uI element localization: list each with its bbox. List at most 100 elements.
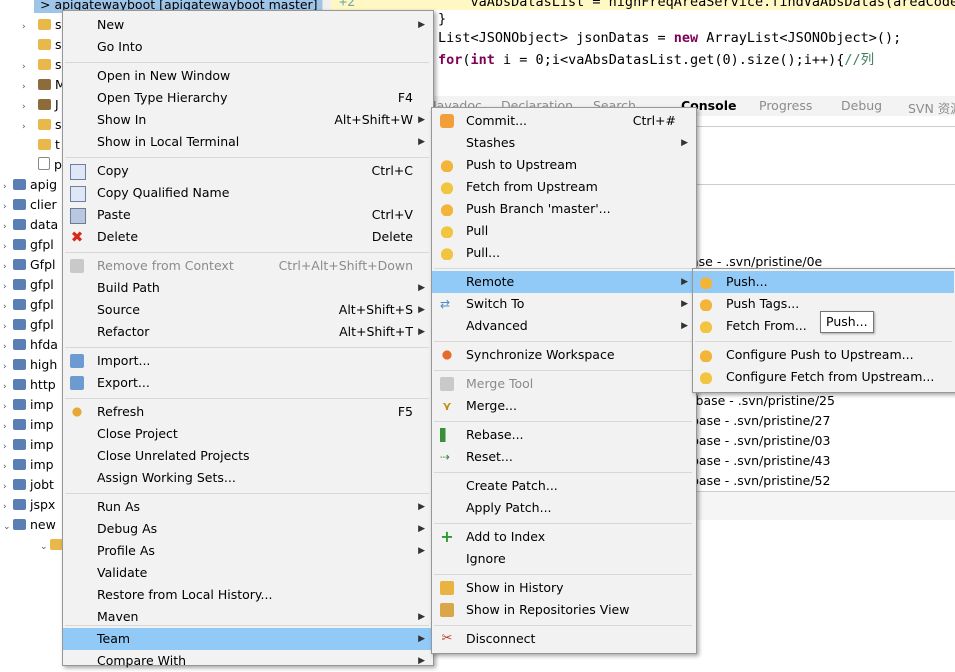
tree-twisty-icon[interactable]: ›: [22, 17, 32, 37]
tree-item[interactable]: ⌄ new: [3, 515, 56, 535]
menu-item-build-path[interactable]: Build Path ▶: [63, 277, 431, 299]
team-item-fetch-from-upstream[interactable]: Fetch from Upstream: [432, 176, 694, 198]
remote-item-push[interactable]: Push...: [693, 271, 954, 293]
team-item-merge-tool[interactable]: Merge Tool: [432, 373, 694, 395]
tree-item[interactable]: › http: [3, 375, 56, 395]
menu-item-show-in-local-terminal[interactable]: Show in Local Terminal ▶: [63, 131, 431, 153]
tree-twisty-icon[interactable]: ›: [22, 97, 32, 117]
team-item-apply-patch[interactable]: Apply Patch...: [432, 497, 694, 519]
tree-twisty-icon[interactable]: ›: [3, 457, 13, 477]
team-item-disconnect[interactable]: ✂ Disconnect: [432, 628, 694, 650]
tree-item[interactable]: › s: [22, 115, 62, 135]
menu-item-show-in[interactable]: Show In Alt+Shift+W ▶: [63, 109, 431, 131]
tree-item[interactable]: › s: [22, 15, 62, 35]
team-item-stashes[interactable]: Stashes ▶: [432, 132, 694, 154]
team-item-remote[interactable]: Remote ▶: [432, 271, 694, 293]
team-item-switch-to[interactable]: ⇄ Switch To ▶: [432, 293, 694, 315]
team-item-show-in-history[interactable]: Show in History: [432, 577, 694, 599]
tree-twisty-icon[interactable]: ›: [3, 277, 13, 297]
team-item-ignore[interactable]: Ignore: [432, 548, 694, 570]
menu-item-copy-qualified-name[interactable]: Copy Qualified Name: [63, 182, 431, 204]
menu-item-debug-as[interactable]: Debug As ▶: [63, 518, 431, 540]
tree-item[interactable]: › hfda: [3, 335, 58, 355]
menu-item-copy[interactable]: Copy Ctrl+C: [63, 160, 431, 182]
menu-item-open-in-new-window[interactable]: Open in New Window: [63, 65, 431, 87]
team-item-show-in-repositories-view[interactable]: Show in Repositories View: [432, 599, 694, 621]
tree-twisty-icon[interactable]: ›: [3, 297, 13, 317]
tree-twisty-icon[interactable]: ›: [3, 497, 13, 517]
team-item-merge[interactable]: ⋎ Merge...: [432, 395, 694, 417]
menu-item-remove-from-context[interactable]: Remove from Context Ctrl+Alt+Shift+Down: [63, 255, 431, 277]
menu-item-profile-as[interactable]: Profile As ▶: [63, 540, 431, 562]
tree-item[interactable]: › imp: [3, 415, 54, 435]
menu-item-refactor[interactable]: Refactor Alt+Shift+T ▶: [63, 321, 431, 343]
team-item-pull[interactable]: Pull...: [432, 242, 694, 264]
tree-item[interactable]: › jspx: [3, 495, 55, 515]
tree-item[interactable]: t: [22, 135, 60, 155]
tree-item[interactable]: › Gfpl: [3, 255, 56, 275]
team-item-push-to-upstream[interactable]: Push to Upstream: [432, 154, 694, 176]
tree-twisty-icon[interactable]: ›: [3, 237, 13, 257]
menu-item-new[interactable]: New ▶: [63, 14, 431, 36]
tree-item[interactable]: › imp: [3, 435, 54, 455]
tab-svn-resources[interactable]: SVN 资源: [908, 98, 955, 117]
tree-item[interactable]: › jobt: [3, 475, 54, 495]
remote-item-configure-push-to-upstream[interactable]: Configure Push to Upstream...: [693, 344, 954, 366]
tree-twisty-icon[interactable]: ›: [3, 477, 13, 497]
team-item-rebase[interactable]: Rebase...: [432, 424, 694, 446]
tree-item[interactable]: › high: [3, 355, 57, 375]
tree-twisty-icon[interactable]: ›: [3, 417, 13, 437]
remote-item-configure-fetch-from-upstream[interactable]: Configure Fetch from Upstream...: [693, 366, 954, 388]
tab-debug[interactable]: Debug: [841, 98, 882, 113]
tree-item[interactable]: › imp: [3, 395, 54, 415]
team-item-advanced[interactable]: Advanced ▶: [432, 315, 694, 337]
tree-item[interactable]: › gfpl: [3, 295, 54, 315]
tree-item[interactable]: › apig: [3, 175, 57, 195]
tree-twisty-icon[interactable]: ›: [3, 397, 13, 417]
tree-twisty-icon[interactable]: ›: [3, 377, 13, 397]
team-item-push-branch-master[interactable]: Push Branch 'master'...: [432, 198, 694, 220]
menu-item-export[interactable]: Export...: [63, 372, 431, 394]
tree-twisty-icon[interactable]: ›: [3, 217, 13, 237]
tree-twisty-icon[interactable]: ›: [3, 257, 13, 277]
tree-twisty-icon[interactable]: ›: [3, 177, 13, 197]
tree-twisty-icon[interactable]: ›: [22, 77, 32, 97]
tree-item[interactable]: › s: [22, 55, 62, 75]
team-item-pull[interactable]: Pull: [432, 220, 694, 242]
tree-twisty-icon[interactable]: ⌄: [3, 517, 13, 537]
menu-item-assign-working-sets[interactable]: Assign Working Sets...: [63, 467, 431, 489]
tab-progress[interactable]: Progress: [759, 98, 812, 113]
tree-item[interactable]: › gfpl: [3, 235, 54, 255]
tree-item[interactable]: p: [22, 155, 62, 175]
menu-item-validate[interactable]: Validate: [63, 562, 431, 584]
tree-twisty-icon[interactable]: ›: [3, 357, 13, 377]
team-item-add-to-index[interactable]: + Add to Index: [432, 526, 694, 548]
tree-twisty-icon[interactable]: ›: [22, 117, 32, 137]
menu-item-delete[interactable]: ✖ Delete Delete: [63, 226, 431, 248]
team-item-commit[interactable]: Commit... Ctrl+#: [432, 110, 694, 132]
tree-twisty-icon[interactable]: ›: [3, 317, 13, 337]
tree-twisty-icon[interactable]: ›: [22, 57, 32, 77]
tree-item[interactable]: › imp: [3, 455, 54, 475]
menu-item-maven[interactable]: Maven ▶: [63, 606, 431, 628]
team-item-reset[interactable]: ⇢ Reset...: [432, 446, 694, 468]
tree-item[interactable]: › M: [22, 75, 66, 95]
tree-item[interactable]: › gfpl: [3, 275, 54, 295]
tree-item[interactable]: s: [22, 35, 62, 55]
menu-item-close-unrelated-projects[interactable]: Close Unrelated Projects: [63, 445, 431, 467]
tree-item[interactable]: › gfpl: [3, 315, 54, 335]
menu-item-run-as[interactable]: Run As ▶: [63, 496, 431, 518]
menu-item-go-into[interactable]: Go Into: [63, 36, 431, 58]
menu-item-close-project[interactable]: Close Project: [63, 423, 431, 445]
tree-twisty-icon[interactable]: ›: [3, 437, 13, 457]
menu-item-import[interactable]: Import...: [63, 350, 431, 372]
menu-item-team[interactable]: Team ▶: [63, 628, 431, 650]
tree-twisty-icon[interactable]: ⌄: [40, 537, 50, 557]
tree-twisty-icon[interactable]: ›: [3, 197, 13, 217]
menu-item-paste[interactable]: Paste Ctrl+V: [63, 204, 431, 226]
tree-twisty-icon[interactable]: ›: [3, 337, 13, 357]
team-item-synchronize-workspace[interactable]: Synchronize Workspace: [432, 344, 694, 366]
menu-item-open-type-hierarchy[interactable]: Open Type Hierarchy F4: [63, 87, 431, 109]
tree-item[interactable]: › J: [22, 95, 59, 115]
tree-item[interactable]: › data: [3, 215, 58, 235]
